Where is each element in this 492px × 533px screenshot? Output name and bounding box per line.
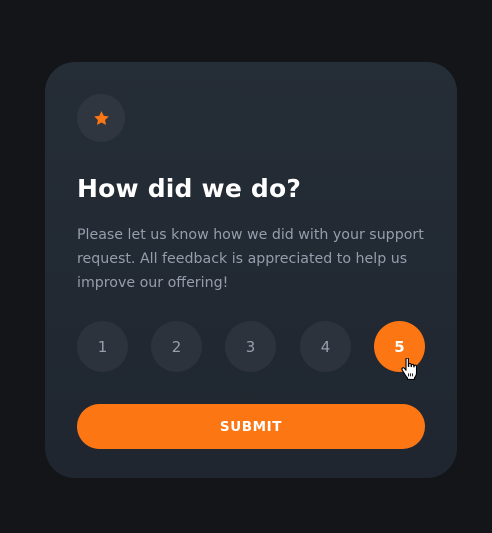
star-icon [93,110,109,125]
rating-option-2[interactable]: 2 [151,321,202,372]
card-title: How did we do? [77,174,302,203]
rating-option-4[interactable]: 4 [300,321,351,372]
star-badge [77,94,125,142]
rating-option-5-selected[interactable]: 5 [374,321,425,372]
rating-card: How did we do? Please let us know how we… [45,62,457,478]
pointer-hand-cursor-icon [401,358,417,380]
rating-option-1[interactable]: 1 [77,321,128,372]
rating-options: 1 2 3 4 5 [77,321,425,372]
submit-button[interactable]: SUBMIT [77,404,425,449]
rating-option-3[interactable]: 3 [225,321,276,372]
card-description: Please let us know how we did with your … [77,227,424,291]
